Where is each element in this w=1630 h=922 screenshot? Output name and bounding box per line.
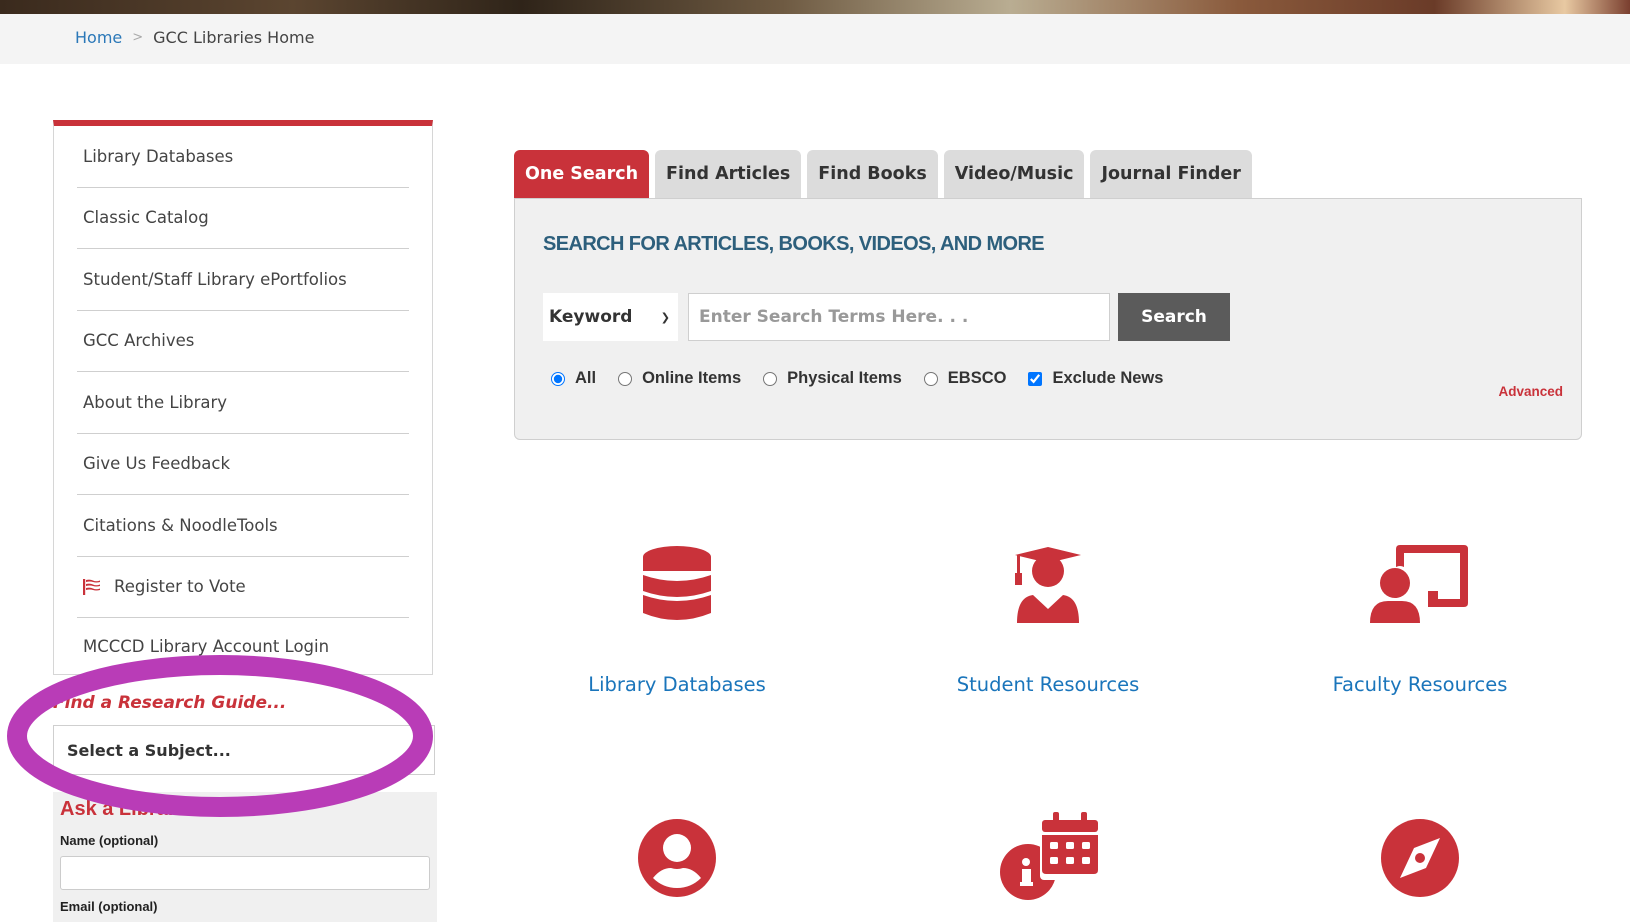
resource-link[interactable]: Student Resources: [898, 673, 1198, 696]
breadcrumb-separator: >: [132, 30, 144, 45]
filter-label: All: [575, 369, 597, 387]
filter-online-items[interactable]: Online Items: [618, 369, 741, 388]
search-panel: SEARCH FOR ARTICLES, BOOKS, VIDEOS, AND …: [514, 198, 1582, 440]
ask-librarian-title: Ask a Librarian: [60, 798, 205, 820]
sidebar-item-classic-catalog[interactable]: Classic Catalog: [77, 188, 409, 249]
filter-all[interactable]: All: [551, 369, 596, 388]
user-circle-icon: [638, 819, 716, 897]
email-label: Email (optional): [60, 899, 158, 914]
search-heading: SEARCH FOR ARTICLES, BOOKS, VIDEOS, AND …: [543, 233, 1045, 255]
advanced-search-link[interactable]: Advanced: [1498, 384, 1563, 399]
tab-journal-finder[interactable]: Journal Finder: [1090, 150, 1252, 198]
tab-find-books[interactable]: Find Books: [807, 150, 938, 198]
sidebar-item-label: GCC Archives: [83, 331, 195, 351]
resource-student-resources[interactable]: Student Resources: [898, 545, 1198, 696]
search-tabs: One Search Find Articles Find Books Vide…: [514, 150, 1252, 198]
search-type-value: Keyword: [549, 307, 633, 327]
sidebar-item-library-databases[interactable]: Library Databases: [77, 126, 409, 188]
resource-library-databases[interactable]: Library Databases: [527, 545, 827, 696]
sidebar-nav: Library Databases Classic Catalog Studen…: [53, 120, 433, 675]
sidebar-item-label: Classic Catalog: [83, 208, 209, 228]
search-filters: All Online Items Physical Items EBSCO Ex…: [551, 369, 1185, 388]
breadcrumb-bar: Home > GCC Libraries Home: [0, 14, 1630, 64]
sidebar-item-about[interactable]: About the Library: [77, 372, 409, 434]
filter-exclude-news[interactable]: Exclude News: [1028, 369, 1163, 388]
name-field[interactable]: [60, 856, 430, 890]
teacher-icon: [1370, 545, 1468, 623]
sidebar-item-label: Give Us Feedback: [83, 454, 231, 474]
resource-faculty-resources[interactable]: Faculty Resources: [1270, 545, 1570, 696]
search-input[interactable]: [688, 293, 1110, 341]
resource-explore[interactable]: [1270, 818, 1570, 898]
search-type-select[interactable]: Keyword ❯: [543, 293, 678, 341]
sidebar-item-label: Citations & NoodleTools: [83, 515, 278, 535]
sidebar-item-label: Student/Staff Library ePortfolios: [83, 269, 347, 289]
sidebar-item-eportfolios[interactable]: Student/Staff Library ePortfolios: [77, 249, 409, 311]
ask-librarian-panel: Ask a Librarian Name (optional) Email (o…: [53, 792, 437, 922]
tab-one-search[interactable]: One Search: [514, 150, 650, 198]
sidebar-item-feedback[interactable]: Give Us Feedback: [77, 434, 409, 495]
filter-ebsco-radio[interactable]: [923, 371, 938, 386]
resource-link[interactable]: Faculty Resources: [1270, 673, 1570, 696]
sidebar-item-gcc-archives[interactable]: GCC Archives: [77, 311, 409, 372]
subject-select[interactable]: Select a Subject...: [53, 725, 435, 775]
filter-label: Physical Items: [787, 369, 902, 387]
resource-user[interactable]: [527, 818, 827, 898]
sidebar-item-label: About the Library: [83, 392, 228, 412]
resource-events[interactable]: [898, 810, 1198, 902]
sidebar-item-label: Register to Vote: [114, 577, 246, 597]
calendar-info-icon: [1000, 812, 1098, 900]
name-label: Name (optional): [60, 833, 159, 848]
filter-label: Exclude News: [1052, 369, 1164, 387]
sidebar-item-account-login[interactable]: MCCCD Library Account Login: [77, 618, 409, 674]
sidebar-item-label: MCCCD Library Account Login: [83, 636, 330, 656]
breadcrumb-home-link[interactable]: Home: [75, 28, 122, 47]
hero-image-strip: [0, 0, 1630, 14]
filter-label: EBSCO: [947, 369, 1007, 387]
graduate-icon: [1015, 547, 1081, 623]
breadcrumb: Home > GCC Libraries Home: [75, 28, 314, 47]
filter-physical-radio[interactable]: [763, 371, 778, 386]
filter-all-radio[interactable]: [551, 371, 565, 386]
resource-link[interactable]: Library Databases: [527, 673, 827, 696]
filter-online-radio[interactable]: [618, 371, 633, 386]
sidebar-item-label: Library Databases: [83, 146, 234, 166]
sidebar-item-citations[interactable]: Citations & NoodleTools: [77, 495, 409, 557]
tab-video-music[interactable]: Video/Music: [943, 150, 1085, 198]
filter-physical-items[interactable]: Physical Items: [763, 369, 902, 388]
flag-icon: [83, 578, 101, 595]
tab-find-articles[interactable]: Find Articles: [655, 150, 802, 198]
chevron-down-icon: ❯: [660, 310, 670, 324]
search-button[interactable]: Search: [1118, 293, 1230, 341]
database-icon: [643, 546, 711, 620]
sidebar-item-register-vote[interactable]: Register to Vote: [77, 557, 409, 618]
breadcrumb-current: GCC Libraries Home: [153, 28, 315, 47]
exclude-news-checkbox[interactable]: [1028, 371, 1043, 386]
filter-ebsco[interactable]: EBSCO: [923, 369, 1007, 388]
filter-label: Online Items: [642, 369, 742, 387]
research-guide-label: Find a Research Guide...: [53, 693, 287, 713]
compass-icon: [1381, 819, 1459, 897]
